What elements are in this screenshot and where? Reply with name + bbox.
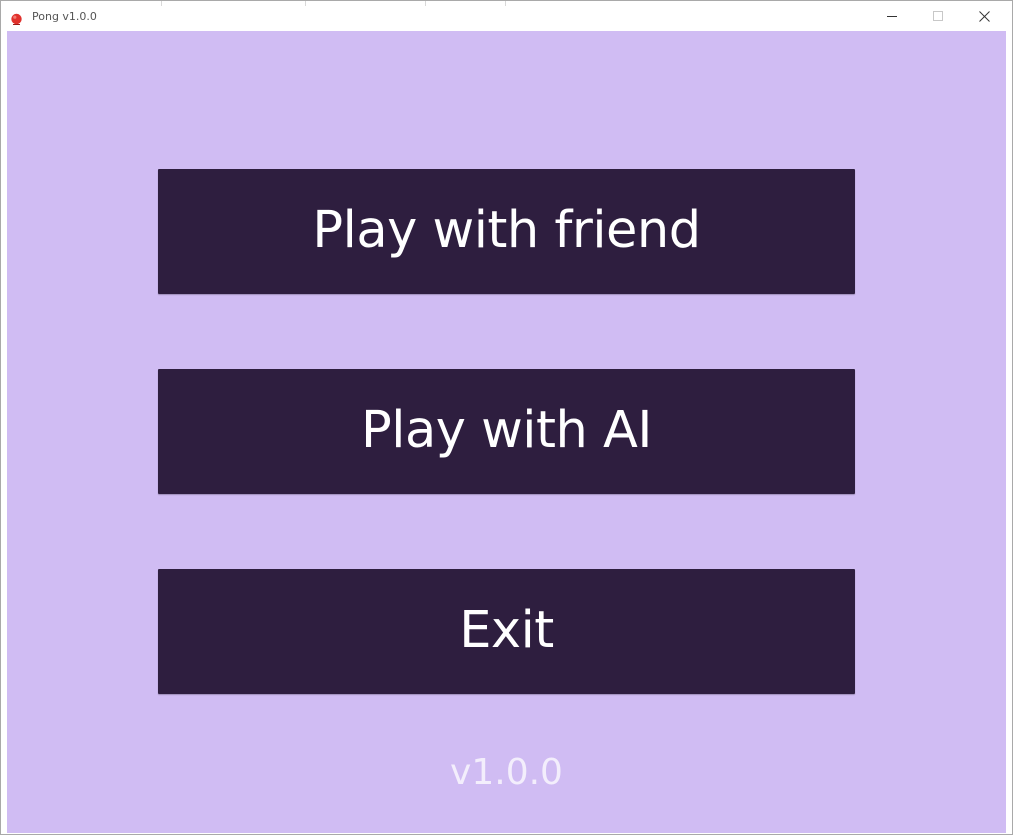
exit-button[interactable]: Exit [158,569,855,694]
play-with-friend-label: Play with friend [312,201,701,260]
taskbar-edge-divider [425,1,426,6]
play-with-ai-label: Play with AI [361,401,652,460]
main-menu-area: Play with friend Play with AI Exit v1.0.… [7,31,1006,833]
close-icon [978,10,990,22]
maximize-icon [933,11,943,21]
window-title: Pong v1.0.0 [32,10,97,23]
minimize-button[interactable] [869,1,915,31]
play-with-friend-button[interactable]: Play with friend [158,169,855,294]
title-bar[interactable]: Pong v1.0.0 [1,1,1012,31]
app-window: Pong v1.0.0 Play with friend Play with A… [0,0,1013,835]
red-ball-icon [10,11,23,25]
close-button[interactable] [961,1,1007,31]
taskbar-edge-divider [505,1,506,6]
play-with-ai-button[interactable]: Play with AI [158,369,855,494]
taskbar-edge-divider [305,1,306,6]
version-label: v1.0.0 [450,752,563,793]
maximize-button[interactable] [915,1,961,31]
minimize-icon [887,11,897,21]
taskbar-edge-divider [161,1,162,6]
exit-label: Exit [459,601,554,660]
